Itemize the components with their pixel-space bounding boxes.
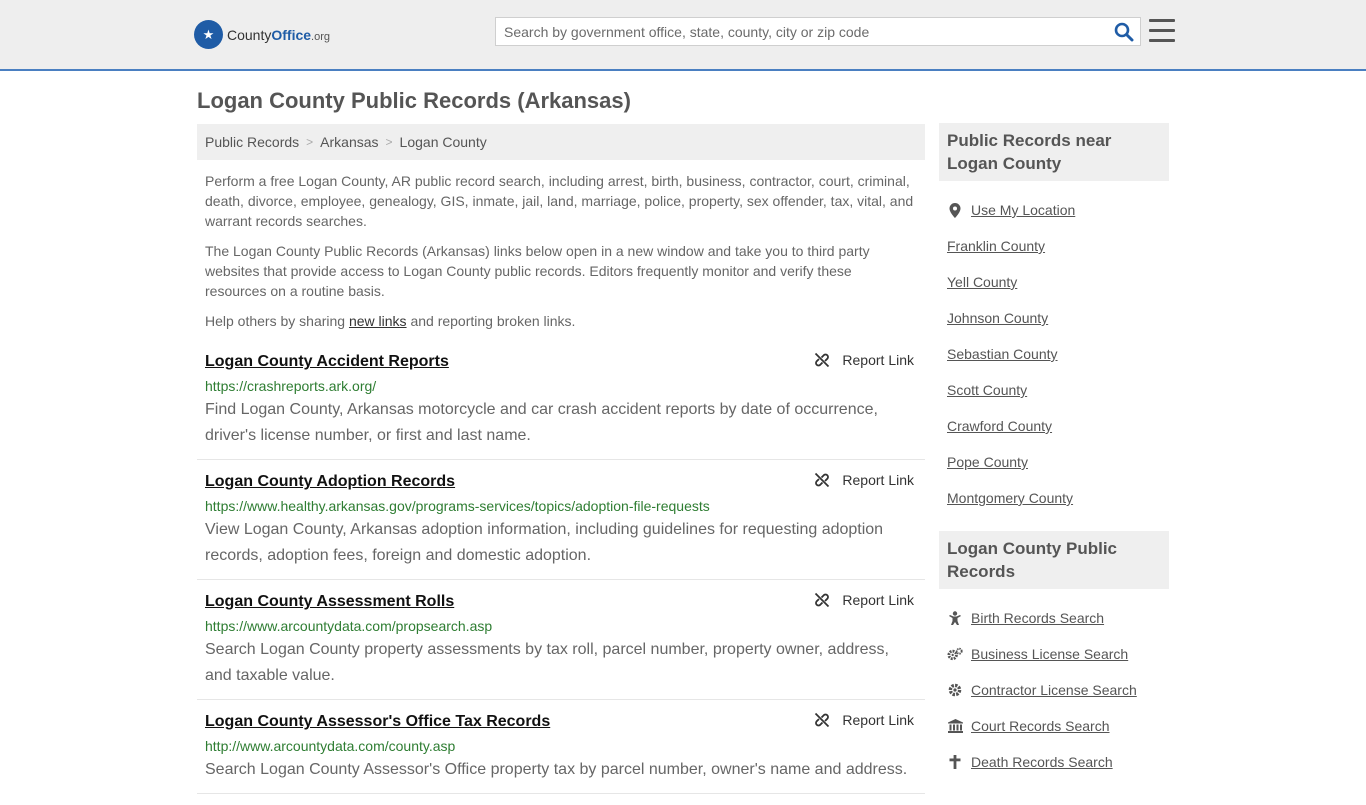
breadcrumb-public-records[interactable]: Public Records (205, 134, 299, 150)
sidebar-item-county: Crawford County (947, 408, 1161, 444)
sidebar-item-county: Johnson County (947, 300, 1161, 336)
record-title-link[interactable]: Logan County Assessor's Office Tax Recor… (205, 711, 550, 733)
broken-link-icon (815, 472, 830, 488)
business-license-search-link[interactable]: Business License Search (971, 646, 1128, 662)
report-link-button[interactable]: Report Link (814, 712, 914, 728)
birth-records-search-link[interactable]: Birth Records Search (971, 610, 1104, 626)
record-description: Find Logan County, Arkansas motorcycle a… (205, 401, 878, 444)
record-item: Logan County Accident Reports Report Lin… (197, 351, 925, 460)
sidebar-item-county: Montgomery County (947, 480, 1161, 516)
breadcrumb: Public Records > Arkansas > Logan County (197, 124, 925, 160)
site-logo[interactable]: ★ CountyOffice.org (194, 20, 330, 49)
nearby-county-link[interactable]: Pope County (947, 454, 1028, 470)
gears-icon (947, 646, 963, 662)
intro-p3-text-after: and reporting broken links. (406, 313, 576, 329)
sidebar-item-county: Franklin County (947, 228, 1161, 264)
courthouse-icon (947, 718, 963, 734)
sidebar-item-county: Yell County (947, 264, 1161, 300)
nearby-county-link[interactable]: Franklin County (947, 238, 1045, 254)
nearby-county-link[interactable]: Johnson County (947, 310, 1048, 326)
county-records-heading: Logan County Public Records (939, 531, 1169, 589)
record-url: https://www.arcountydata.com/propsearch.… (205, 618, 493, 634)
sidebar-item-use-my-location: Use My Location (947, 192, 1161, 228)
court-records-search-link[interactable]: Court Records Search (971, 718, 1110, 734)
nearby-county-link[interactable]: Scott County (947, 382, 1027, 398)
nearby-heading: Public Records near Logan County (939, 123, 1169, 181)
logo-text-county: County (227, 26, 272, 43)
report-link-label: Report Link (842, 352, 914, 368)
main-content: Public Records > Arkansas > Logan County… (197, 124, 925, 805)
record-description: Search Logan County Assessor's Office pr… (205, 761, 908, 778)
record-url: https://crashreports.ark.org/ (205, 378, 377, 394)
page-title: Logan County Public Records (Arkansas) (197, 88, 631, 113)
logo-text: CountyOffice.org (227, 27, 330, 43)
baby-icon (947, 610, 963, 626)
hamburger-menu-icon[interactable] (1149, 19, 1175, 42)
logo-badge-icon: ★ (194, 20, 223, 49)
sidebar-item-contractor-license: Contractor License Search (947, 672, 1161, 708)
search-input[interactable] (496, 18, 1106, 45)
intro-paragraph-3: Help others by sharing new links and rep… (205, 311, 917, 331)
search-icon[interactable] (1114, 22, 1134, 42)
record-title-link[interactable]: Logan County Accident Reports (205, 351, 449, 373)
sidebar-item-business-license: Business License Search (947, 636, 1161, 672)
broken-link-icon (815, 592, 830, 608)
report-link-button[interactable]: Report Link (814, 592, 914, 608)
sidebar: Public Records near Logan County Use My … (939, 123, 1169, 790)
report-link-label: Report Link (842, 472, 914, 488)
breadcrumb-separator: > (385, 135, 393, 149)
broken-link-icon (815, 712, 830, 728)
record-title-link[interactable]: Logan County Assessment Rolls (205, 591, 454, 613)
record-item: Logan County Adoption Records Report Lin… (197, 471, 925, 580)
report-link-button[interactable]: Report Link (814, 472, 914, 488)
report-link-label: Report Link (842, 592, 914, 608)
report-link-button[interactable]: Report Link (814, 352, 914, 368)
nearby-list: Use My Location Franklin County Yell Cou… (939, 181, 1169, 526)
nearby-county-link[interactable]: Montgomery County (947, 490, 1073, 506)
logo-text-org: .org (311, 30, 331, 43)
report-link-label: Report Link (842, 712, 914, 728)
record-item: Logan County Assessor's Office Tax Recor… (197, 711, 925, 794)
record-title-link[interactable]: Logan County Adoption Records (205, 471, 455, 493)
broken-link-icon (815, 352, 830, 368)
sidebar-item-birth-records: Birth Records Search (947, 600, 1161, 636)
breadcrumb-logan-county[interactable]: Logan County (400, 134, 487, 150)
sidebar-item-court-records: Court Records Search (947, 708, 1161, 744)
sidebar-item-county: Scott County (947, 372, 1161, 408)
record-url: http://www.arcountydata.com/county.asp (205, 738, 456, 754)
record-description: Search Logan County property assessments… (205, 641, 889, 684)
search-box (495, 17, 1141, 46)
intro-paragraph-1: Perform a free Logan County, AR public r… (205, 173, 914, 229)
record-url: https://www.healthy.arkansas.gov/program… (205, 498, 710, 514)
sidebar-item-death-records: Death Records Search (947, 744, 1161, 780)
contractor-license-search-link[interactable]: Contractor License Search (971, 682, 1137, 698)
use-my-location-link[interactable]: Use My Location (971, 202, 1075, 218)
sidebar-item-county: Pope County (947, 444, 1161, 480)
record-item: Logan County Assessment Rolls Report Lin… (197, 591, 925, 700)
new-links-link[interactable]: new links (349, 313, 407, 329)
nearby-county-link[interactable]: Crawford County (947, 418, 1052, 434)
sidebar-item-county: Sebastian County (947, 336, 1161, 372)
gear-icon (947, 682, 963, 698)
nearby-county-link[interactable]: Yell County (947, 274, 1017, 290)
map-pin-icon (947, 202, 963, 218)
nearby-county-link[interactable]: Sebastian County (947, 346, 1058, 362)
intro-text: Perform a free Logan County, AR public r… (197, 171, 925, 331)
record-description: View Logan County, Arkansas adoption inf… (205, 521, 884, 564)
county-records-list: Birth Records Search Business License Se… (939, 589, 1169, 790)
intro-p3-text-before: Help others by sharing (205, 313, 349, 329)
record-list: Logan County Accident Reports Report Lin… (197, 351, 925, 794)
breadcrumb-arkansas[interactable]: Arkansas (320, 134, 378, 150)
site-header: ★ CountyOffice.org (0, 0, 1366, 71)
logo-text-office: Office (271, 26, 312, 43)
intro-paragraph-2: The Logan County Public Records (Arkansa… (205, 243, 870, 299)
breadcrumb-separator: > (306, 135, 314, 149)
